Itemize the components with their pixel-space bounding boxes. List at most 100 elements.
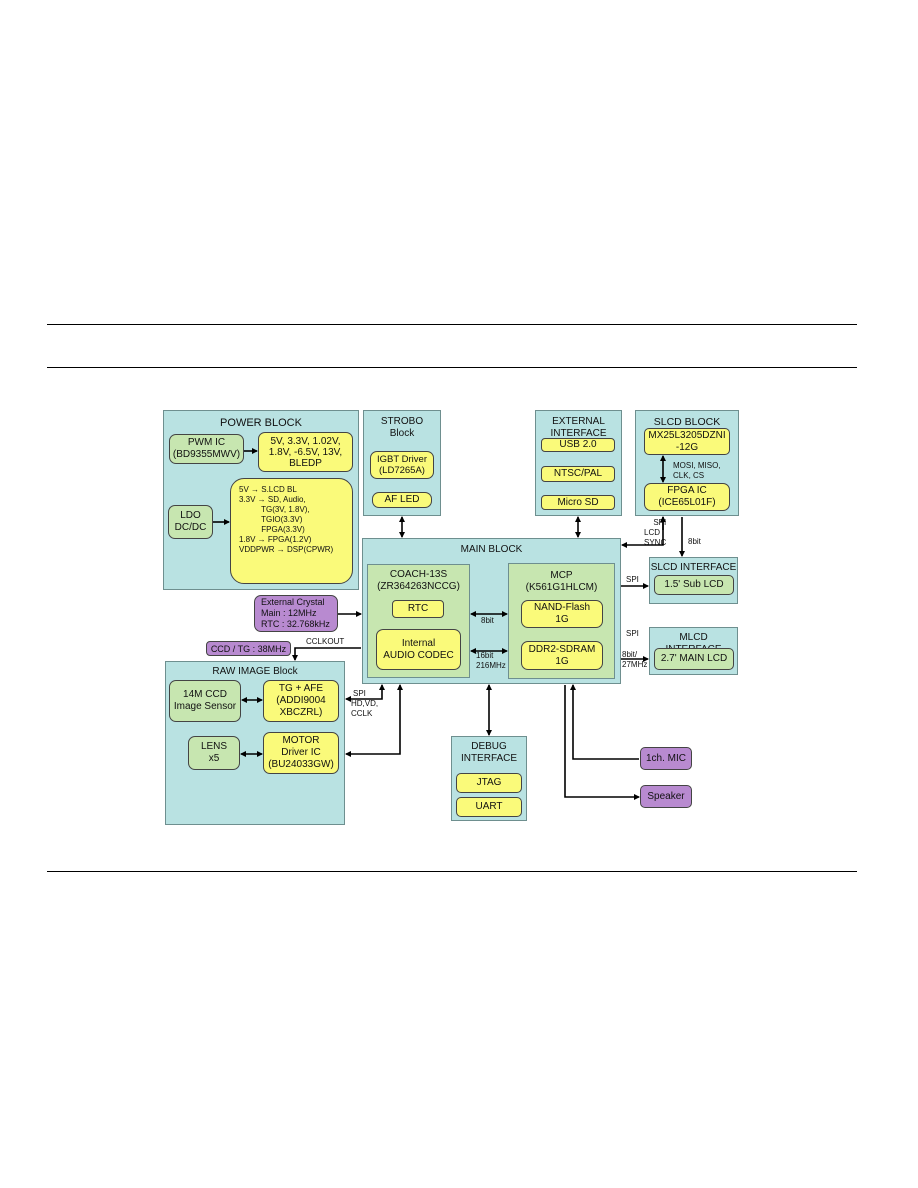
mcp-title-line: MCP	[550, 570, 573, 581]
flash-part-suffix: -12G	[675, 441, 699, 453]
slcd-interface-title: SLCD INTERFACE	[650, 562, 737, 573]
sync-line: SPI	[653, 518, 667, 527]
wire-main-speaker	[564, 685, 640, 800]
fpga-ic: FPGA IC (ICE65L01F)	[644, 483, 730, 511]
mic: 1ch. MIC	[640, 747, 692, 770]
pwm-output-line: BLEDP	[289, 457, 322, 469]
tg-afe-line: TG + AFE	[278, 683, 324, 694]
flash-part: MX25L3205DZNI	[648, 429, 726, 441]
slcd-bus-label: MOSI, MISO, CLK, CS	[673, 461, 721, 481]
coach-title-line: COACH-13S	[389, 569, 448, 580]
nand-line: NAND-Flash	[533, 602, 591, 613]
speaker: Speaker	[640, 785, 692, 808]
wire-cclkout	[292, 647, 361, 661]
sub-lcd: 1.5' Sub LCD	[654, 575, 734, 595]
serial-flash: MX25L3205DZNI -12G	[644, 428, 730, 455]
debug-interface-title: DEBUG INTERFACE	[452, 741, 526, 765]
ccd-line: 14M CCD	[183, 689, 227, 700]
pwm-ic: PWM IC (BD9355MWV)	[169, 434, 244, 464]
motor-line: MOTOR	[282, 735, 320, 746]
audio-line: AUDIO CODEC	[383, 649, 454, 661]
tg-afe-line: (ADDI9004	[276, 695, 326, 706]
nand-flash: NAND-Flash 1G	[521, 600, 603, 628]
motor-driver-ic: MOTOR Driver IC (BU24033GW)	[263, 732, 339, 774]
slcd-8bit-label: 8bit	[688, 537, 701, 546]
pwm-ic-part: (BD9355MWV)	[172, 449, 241, 460]
footer-rule	[47, 871, 857, 872]
strobo-title-line: STROBO	[380, 416, 424, 427]
lens: LENS x5	[188, 736, 240, 770]
pwm-output-line: 1.8V, -6.5V, 13V,	[268, 446, 343, 458]
mlcd-bus-line: 27MHz	[622, 660, 648, 669]
fpga-part: (ICE65L01F)	[658, 497, 716, 508]
ldo-output-line: TGIO(3.3V)	[239, 515, 303, 524]
tg-signal-line: CCLK	[351, 709, 373, 718]
ccd-line: Image Sensor	[173, 701, 237, 712]
cclkout-label: CCLKOUT	[306, 637, 345, 646]
mcp-title: MCP (K561G1HLCM)	[509, 570, 614, 594]
mlcd-bus-line: 8bit/	[622, 650, 638, 659]
jtag: JTAG	[456, 773, 522, 793]
usb-2-0: USB 2.0	[541, 438, 615, 452]
fpga-name: FPGA IC	[667, 485, 707, 496]
igbt-part: (LD7265A)	[379, 465, 425, 476]
power-block-title: POWER BLOCK	[220, 417, 302, 429]
slcd-sync-label: SPI LCD SYNC	[644, 518, 666, 548]
pwm-output-line: 5V, 3.3V, 1.02V,	[270, 435, 341, 447]
ddr-line: DDR2-SDRAM	[528, 643, 596, 655]
mlcd-spi-label: SPI	[626, 629, 639, 638]
tg-signal-line: SPI	[353, 689, 366, 698]
uart: UART	[456, 797, 522, 817]
ntsc-pal: NTSC/PAL	[541, 466, 615, 482]
external-crystal: External Crystal Main : 12MHz RTC : 32.7…	[254, 595, 338, 632]
lens-line: LENS	[200, 741, 228, 752]
coach-title: COACH-13S (ZR364263NCCG)	[368, 569, 469, 593]
strobo-title-line: Block	[389, 428, 415, 439]
slcd-block-title: SLCD BLOCK	[653, 416, 721, 428]
wire-mic-main	[570, 684, 639, 760]
strobo-block-title: STROBO Block	[364, 416, 440, 440]
ldo-output-line: TG(3V, 1.8V),	[239, 505, 310, 514]
tg-signal-label: SPI HD,VD, CCLK	[351, 689, 378, 719]
slcd-bus-line: CLK, CS	[673, 471, 705, 480]
audio-line: Internal	[401, 637, 436, 649]
bus-16bit-line: 216MHz	[476, 661, 506, 670]
header-rule-top	[47, 324, 857, 325]
bus-16bit-label: 16bit 216MHz	[476, 651, 506, 671]
sync-line: SYNC	[644, 538, 667, 547]
ccd-image-sensor: 14M CCD Image Sensor	[169, 680, 241, 722]
mcp-title-line: (K561G1HLCM)	[525, 582, 598, 593]
motor-line: (BU24033GW)	[268, 759, 334, 770]
slcd-spi-label: SPI	[626, 575, 639, 584]
igbt-driver: IGBT Driver (LD7265A)	[370, 451, 434, 479]
ldo-type: DC/DC	[174, 522, 207, 533]
main-lcd: 2.7' MAIN LCD	[654, 648, 734, 670]
tg-afe: TG + AFE (ADDI9004 XBCZRL)	[263, 680, 339, 722]
slcd-bus-line: MOSI, MISO,	[673, 461, 721, 470]
motor-line: Driver IC	[281, 747, 321, 758]
crystal-line: RTC : 32.768kHz	[261, 619, 330, 629]
ldo-name: LDO	[180, 510, 201, 521]
ldo-output-line: 3.3V → SD, Audio,	[239, 495, 306, 504]
ldo-output-line: VDDPWR → DSP(CPWR)	[239, 545, 334, 554]
rtc: RTC	[392, 600, 444, 618]
tg-afe-line: XBCZRL)	[279, 707, 323, 718]
main-block-title: MAIN BLOCK	[460, 544, 523, 555]
mlcd-bus-label: 8bit/ 27MHz	[622, 650, 647, 670]
ddr-line: 1G	[555, 655, 569, 667]
ddr2-sdram: DDR2-SDRAM 1G	[521, 641, 603, 670]
lens-line: x5	[208, 753, 220, 764]
pwm-outputs: 5V, 3.3V, 1.02V, 1.8V, -6.5V, 13V, BLEDP	[258, 432, 353, 472]
ldo-output-line: FPGA(3.3V)	[239, 525, 305, 534]
sync-line: LCD	[644, 528, 661, 537]
crystal-line: Main : 12MHz	[261, 608, 317, 618]
ccd-tg-clock: CCD / TG : 38MHz	[206, 641, 291, 656]
af-led: AF LED	[372, 492, 432, 508]
crystal-line: External Crystal	[261, 597, 325, 607]
ext-title-line: EXTERNAL	[552, 416, 605, 427]
ldo-outputs: 5V → S.LCD BL 3.3V → SD, Audio, TG(3V, 1…	[230, 478, 353, 584]
igbt-name: IGBT Driver	[377, 454, 427, 465]
coach-title-line: (ZR364263NCCG)	[377, 581, 460, 592]
ldo-dcdc: LDO DC/DC	[168, 505, 213, 539]
debug-title-line: DEBUG	[471, 741, 507, 752]
